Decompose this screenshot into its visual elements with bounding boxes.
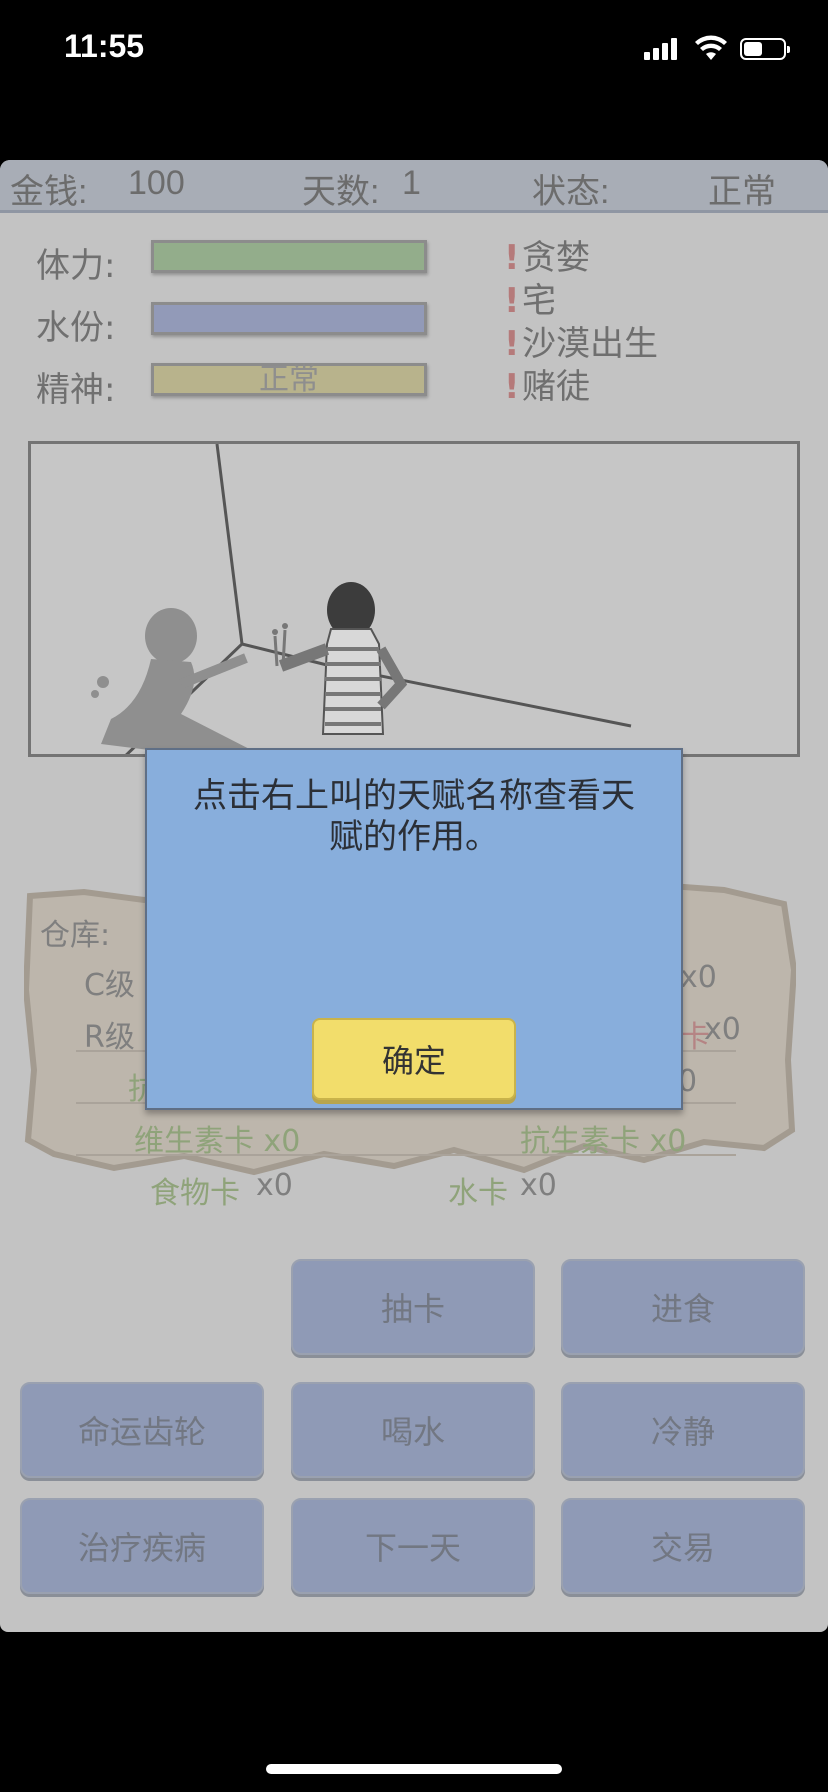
draw-card-button[interactable]: 抽卡 xyxy=(291,1259,535,1355)
alert-icon: ! xyxy=(504,367,520,407)
confirm-button[interactable]: 确定 xyxy=(312,1018,516,1100)
c-level-card: C级 xyxy=(84,968,135,1003)
food-card-count: x0 xyxy=(256,1168,293,1203)
r-level-right-count: x0 xyxy=(704,1012,741,1047)
inventory-title: 仓库: xyxy=(40,918,111,953)
spirit-bar: 正常 xyxy=(151,363,427,396)
trade-button[interactable]: 交易 xyxy=(561,1498,805,1594)
tip-dialog: 点击右上叫的天赋名称查看天 赋的作用。 确定 xyxy=(145,748,683,1110)
food-card: 食物卡 xyxy=(150,1176,240,1211)
water-bar xyxy=(151,302,427,335)
cellular-signal-icon xyxy=(644,38,680,60)
days-label: 天数: xyxy=(302,173,380,211)
alert-icon: ! xyxy=(504,238,520,278)
next-day-button[interactable]: 下一天 xyxy=(291,1498,535,1594)
money-value: 100 xyxy=(128,164,185,202)
divider xyxy=(76,1154,736,1156)
water-label: 水份: xyxy=(36,308,116,348)
dialog-message-line: 点击右上叫的天赋名称查看天 xyxy=(193,776,635,816)
status-time: 11:55 xyxy=(64,28,145,64)
talent-name: 宅 xyxy=(522,281,556,321)
state-value: 正常 xyxy=(708,173,776,211)
alert-icon: ! xyxy=(504,281,520,321)
alert-icon: ! xyxy=(504,324,520,364)
days-value: 1 xyxy=(402,164,421,202)
status-bar: 11:55 xyxy=(0,0,828,100)
heal-disease-button[interactable]: 治疗疾病 xyxy=(20,1498,264,1594)
talent-item[interactable]: !赌徒 xyxy=(504,359,590,408)
talent-item[interactable]: !沙漠出生 xyxy=(504,316,658,365)
dialog-message-line: 赋的作用。 xyxy=(329,817,499,857)
stamina-bar xyxy=(151,240,427,273)
battery-icon xyxy=(740,38,790,60)
talent-name: 沙漠出生 xyxy=(522,324,658,364)
talent-name: 贪婪 xyxy=(522,238,590,278)
water-card-count: x0 xyxy=(520,1168,557,1203)
water-card: 水卡 xyxy=(448,1176,508,1211)
spirit-label: 精神: xyxy=(36,370,116,410)
home-indicator[interactable] xyxy=(266,1764,562,1774)
drink-button[interactable]: 喝水 xyxy=(291,1382,535,1478)
scene-illustration xyxy=(28,441,800,757)
fate-gear-button[interactable]: 命运齿轮 xyxy=(20,1382,264,1478)
talent-item[interactable]: !宅 xyxy=(504,273,556,322)
top-stats-bar: 金钱: 100 天数: 1 状态: 正常 xyxy=(0,160,828,213)
talent-name: 赌徒 xyxy=(522,367,590,407)
room-character-illustration xyxy=(91,444,632,754)
wifi-icon xyxy=(695,35,727,60)
money-label: 金钱: xyxy=(10,173,88,211)
stamina-label: 体力: xyxy=(36,246,116,286)
eat-button[interactable]: 进食 xyxy=(561,1259,805,1355)
state-label: 状态: xyxy=(532,173,610,211)
talent-item[interactable]: !贪婪 xyxy=(504,230,590,279)
c-level-right-count: x0 xyxy=(680,960,717,995)
status-icons xyxy=(644,34,794,62)
dialog-message: 点击右上叫的天赋名称查看天 赋的作用。 xyxy=(171,776,657,858)
calm-button[interactable]: 冷静 xyxy=(561,1382,805,1478)
